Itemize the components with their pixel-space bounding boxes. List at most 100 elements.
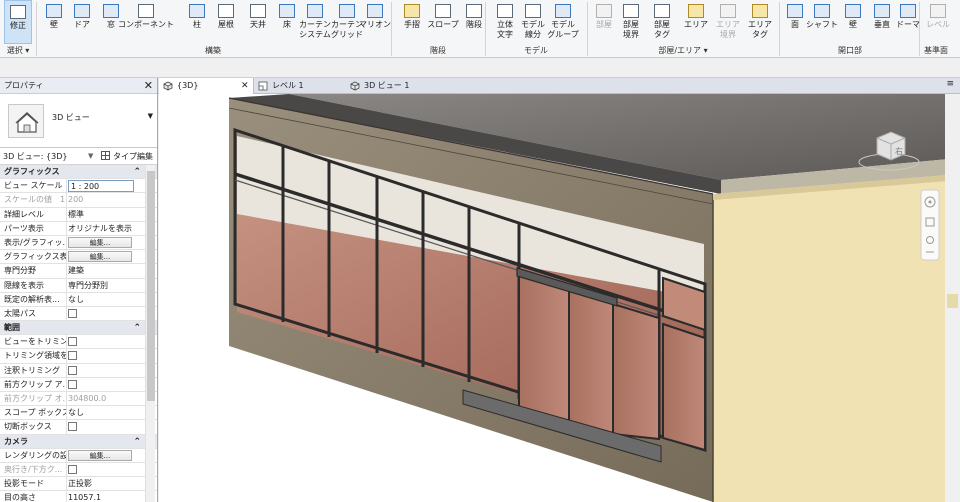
ribbon-tool-by-face[interactable]: 面 xyxy=(781,0,809,44)
property-value[interactable]: 編集... xyxy=(68,250,144,264)
ribbon-tool-stair[interactable]: 階段 xyxy=(460,0,488,44)
ribbon-tool-area-boundary[interactable]: エリア 境界 xyxy=(714,0,742,44)
ribbon-tool-room-tag[interactable]: 部屋 タグ xyxy=(648,0,676,44)
model-group-icon-glyph xyxy=(555,4,571,18)
property-row[interactable]: 既定の解析表... なし xyxy=(0,292,157,307)
checkbox[interactable] xyxy=(68,308,77,318)
tab-list-icon[interactable]: ≡ xyxy=(946,79,954,89)
ribbon-tool-level[interactable]: レベル xyxy=(924,0,952,44)
collapse-icon[interactable]: ⌃ xyxy=(133,165,141,179)
ribbon-tool-ramp[interactable]: スロープ xyxy=(427,0,459,44)
ribbon-tool-label: 壁 xyxy=(849,20,857,29)
property-row[interactable]: 太陽パス xyxy=(0,306,157,322)
property-row[interactable]: 専門分野 建築 xyxy=(0,264,157,279)
door-panel-left[interactable] xyxy=(518,272,570,426)
property-category[interactable]: 範囲 ⌃ xyxy=(0,321,157,336)
checkbox[interactable] xyxy=(68,422,77,432)
ribbon-tool-curtain-system[interactable]: カーテン システム xyxy=(299,0,331,44)
property-value: オリジナルを表示 xyxy=(68,223,132,233)
collapse-icon[interactable]: ⌃ xyxy=(133,435,141,449)
tab-3d-view-1[interactable]: 3D ビュー 1 xyxy=(346,78,446,94)
ribbon-tool-room[interactable]: 部屋 xyxy=(590,0,618,44)
property-row[interactable]: 隠線を表示 専門分野別 xyxy=(0,278,157,293)
edit-button[interactable]: 編集... xyxy=(68,236,132,248)
property-row[interactable]: レンダリングの設...編集... xyxy=(0,448,157,463)
property-row[interactable]: 目の高さ 11057.1 xyxy=(0,491,157,502)
building-3d-model[interactable]: 右 xyxy=(159,94,960,502)
property-row[interactable]: トリミング領域を... xyxy=(0,349,157,364)
navigation-bar[interactable] xyxy=(920,189,940,261)
ribbon-tool-railing[interactable]: 手摺 xyxy=(398,0,426,44)
property-row[interactable]: スコープ ボックス なし xyxy=(0,406,157,421)
ribbon-tool-modify[interactable]: 修正 xyxy=(4,0,32,44)
property-name: トリミング領域を... xyxy=(4,351,66,361)
property-name: 前方クリップ オ... xyxy=(4,394,66,403)
property-row[interactable]: 奥行き/下方ク... xyxy=(0,462,157,478)
edit-button[interactable]: 編集... xyxy=(68,251,132,263)
checkbox[interactable] xyxy=(68,351,77,361)
property-row[interactable]: 前方クリップ オ... 304800.0 xyxy=(0,392,157,407)
ribbon-tool-label: 垂直 xyxy=(874,20,890,29)
ribbon-tool-column[interactable]: 柱 xyxy=(183,0,211,44)
ribbon-tool-curtain-grid[interactable]: カーテン グリッド xyxy=(331,0,363,44)
property-row[interactable]: ビューをトリミング xyxy=(0,335,157,350)
ribbon-tool-mullion[interactable]: マリオン xyxy=(359,0,391,44)
group-room-area[interactable]: 部屋/エリア ▾ xyxy=(588,44,778,57)
3d-viewport[interactable]: 右 xyxy=(159,94,960,502)
column-divider xyxy=(66,250,67,265)
ribbon-tool-wall-opening[interactable]: 壁 xyxy=(839,0,867,44)
property-row[interactable]: 詳細レベル 標準 xyxy=(0,207,157,222)
close-icon[interactable]: ✕ xyxy=(144,78,153,94)
ribbon-tool-dormer[interactable]: ドーマ xyxy=(894,0,922,44)
properties-scrollbar[interactable] xyxy=(145,165,155,502)
property-category[interactable]: グラフィックス ⌃ xyxy=(0,165,157,180)
ribbon-tool-model-line[interactable]: モデル 線分 xyxy=(519,0,547,44)
property-value[interactable]: 1 : 200 xyxy=(68,179,144,194)
edit-type-button[interactable]: タイプ編集 xyxy=(101,148,153,165)
scrollbar-thumb[interactable] xyxy=(147,171,155,401)
edit-button[interactable]: 編集... xyxy=(68,449,132,461)
checkbox[interactable] xyxy=(68,365,77,375)
ribbon-tool-roof[interactable]: 屋根 xyxy=(212,0,240,44)
instance-filter[interactable]: 3D ビュー: {3D} ▼ タイプ編集 xyxy=(0,148,157,165)
tab-3d[interactable]: {3D} ✕ xyxy=(159,78,254,94)
property-row[interactable]: グラフィックス表...編集... xyxy=(0,250,157,265)
property-row[interactable]: 前方クリップ ア... xyxy=(0,377,157,392)
ribbon-tool-ceiling[interactable]: 天井 xyxy=(244,0,272,44)
property-row[interactable]: 切断ボックス xyxy=(0,420,157,435)
group-divider xyxy=(485,2,486,56)
property-row[interactable]: 投影モード 正投影 xyxy=(0,477,157,492)
scale-input[interactable]: 1 : 200 xyxy=(68,180,134,193)
property-row[interactable]: スケールの値 1: 200 xyxy=(0,193,157,208)
ribbon-tool-area-tag[interactable]: エリア タグ xyxy=(746,0,774,44)
chevron-down-icon[interactable]: ▼ xyxy=(148,112,153,120)
tab-level-1[interactable]: レベル 1 xyxy=(254,78,346,94)
property-category[interactable]: カメラ ⌃ xyxy=(0,434,157,449)
checkbox[interactable] xyxy=(68,379,77,389)
ribbon-tool-shaft[interactable]: シャフト xyxy=(806,0,838,44)
collapse-icon[interactable]: ⌃ xyxy=(133,321,141,335)
tab-close-icon[interactable]: ✕ xyxy=(241,78,249,94)
ribbon-tool-model-group[interactable]: モデル グループ xyxy=(547,0,579,44)
ribbon-tool-wall[interactable]: 壁 xyxy=(40,0,68,44)
property-row[interactable]: 表示/グラフィッ... 編集... xyxy=(0,235,157,251)
checkbox[interactable] xyxy=(68,337,77,347)
property-row[interactable]: ビュー スケール 1 : 200 xyxy=(0,179,157,194)
ribbon-tool-component[interactable]: コンポーネント xyxy=(118,0,174,44)
ribbon-tool-room-separator[interactable]: 部屋 境界 xyxy=(617,0,645,44)
door-panel-right[interactable] xyxy=(568,288,614,436)
ribbon-tool-door[interactable]: ドア xyxy=(68,0,96,44)
chevron-down-icon[interactable]: ▼ xyxy=(88,148,93,165)
property-value[interactable]: 編集... xyxy=(68,236,144,250)
ribbon-tool-floor[interactable]: 床 xyxy=(273,0,301,44)
ribbon-tool-vertical[interactable]: 垂直 xyxy=(868,0,896,44)
ribbon-tool-model-text[interactable]: 立体 文字 xyxy=(491,0,519,44)
viewport-scrollbar-thumb[interactable] xyxy=(947,294,958,308)
property-row[interactable]: パーツ表示 オリジナルを表示 xyxy=(0,221,157,236)
property-value[interactable]: 編集... xyxy=(68,449,144,463)
property-row[interactable]: 注釈トリミング xyxy=(0,363,157,378)
ribbon-tool-label: エリア xyxy=(748,20,772,29)
group-select[interactable]: 選択 ▾ xyxy=(0,44,36,57)
ribbon-tool-area[interactable]: エリア xyxy=(682,0,710,44)
type-selector[interactable]: 3D ビュー ▼ xyxy=(0,94,157,148)
